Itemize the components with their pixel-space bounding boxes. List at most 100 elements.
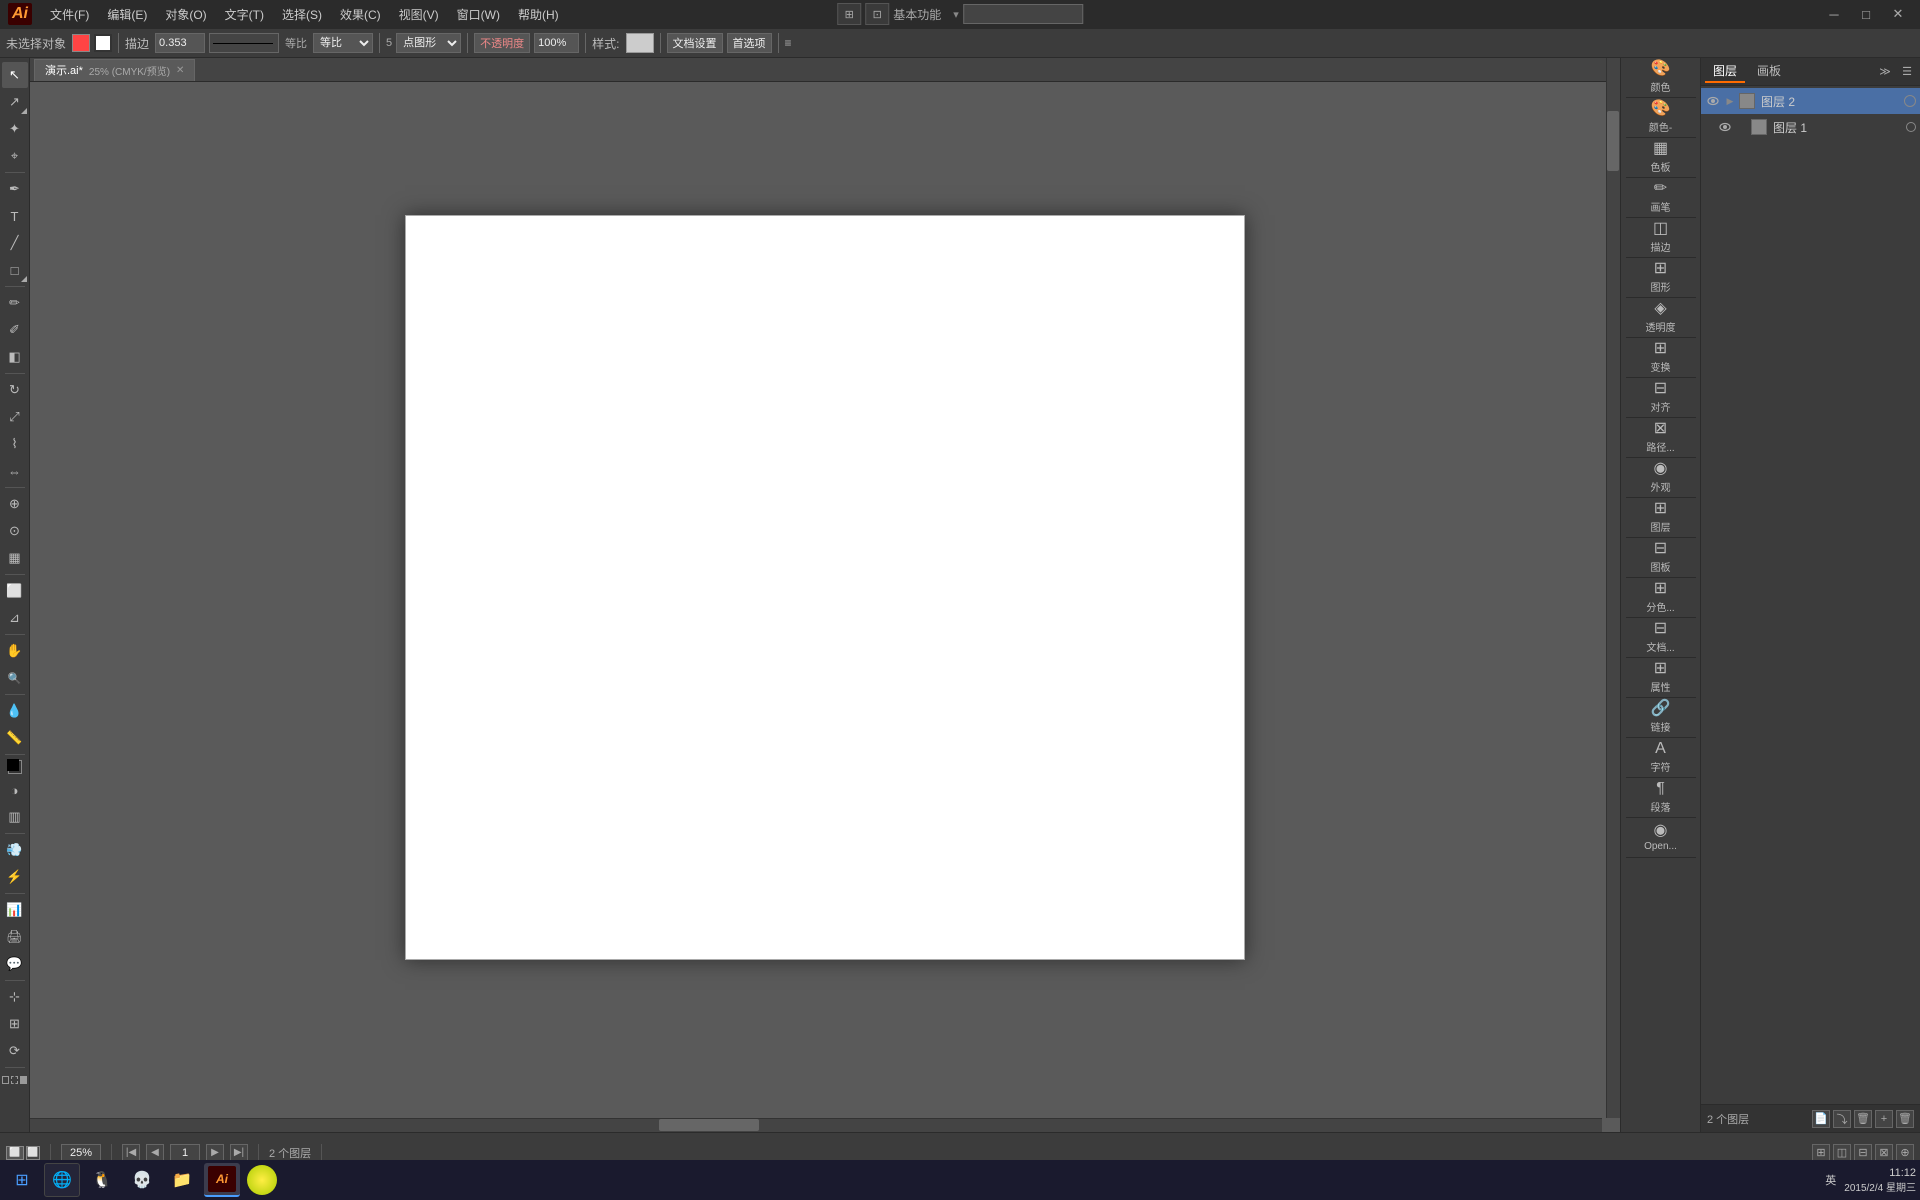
- h-scrollbar-thumb[interactable]: [659, 1119, 759, 1131]
- menu-file[interactable]: 文件(F): [42, 3, 97, 26]
- tab-close-btn[interactable]: ✕: [176, 65, 184, 76]
- next-page-btn[interactable]: ▶: [206, 1144, 224, 1162]
- tool-comment[interactable]: 💬: [2, 951, 28, 977]
- grid-btn[interactable]: ⊟: [1854, 1144, 1872, 1162]
- document-tab[interactable]: 演示.ai* 25% (CMYK/预览) ✕: [34, 59, 195, 81]
- menu-type[interactable]: 文字(T): [217, 3, 272, 26]
- taskbar-star[interactable]: [244, 1163, 280, 1197]
- panel-separations-btn[interactable]: ⊞ 分色...: [1626, 578, 1696, 618]
- panel-docinfo-btn[interactable]: ⊟ 文档...: [1626, 618, 1696, 658]
- snap-btn[interactable]: ⊞: [1812, 1144, 1830, 1162]
- tool-blend[interactable]: ⊕: [2, 491, 28, 517]
- tool-pencil[interactable]: ✐: [2, 317, 28, 343]
- create-sublayer-btn[interactable]: 📄: [1812, 1110, 1830, 1128]
- tool-measure[interactable]: 📏: [2, 725, 28, 751]
- tool-warp[interactable]: ⌇: [2, 431, 28, 457]
- last-page-btn[interactable]: ▶|: [230, 1144, 248, 1162]
- tool-select[interactable]: ↖: [2, 62, 28, 88]
- tab-artboards[interactable]: 画板: [1749, 60, 1789, 83]
- layer1-lock[interactable]: [1891, 121, 1903, 133]
- tool-chart[interactable]: 📊: [2, 897, 28, 923]
- layer2-lock[interactable]: [1889, 95, 1901, 107]
- stroke-square[interactable]: [8, 760, 22, 774]
- panel-opentype-btn[interactable]: ◉ Open...: [1626, 818, 1696, 858]
- menu-view[interactable]: 视图(V): [391, 3, 447, 26]
- opacity-toggle-btn[interactable]: 不透明度: [474, 33, 530, 53]
- question-btn[interactable]: ≡: [785, 36, 792, 50]
- doc-setup-btn[interactable]: 文档设置: [667, 33, 723, 53]
- search-input[interactable]: [963, 4, 1083, 24]
- tool-line[interactable]: ╱: [2, 230, 28, 256]
- taskbar-qq[interactable]: 🐧: [84, 1163, 120, 1197]
- maximize-button[interactable]: □: [1852, 0, 1880, 28]
- toolbar-icon2[interactable]: ⊡: [865, 3, 889, 25]
- tool-slice[interactable]: ⊿: [2, 605, 28, 631]
- taskbar-ie[interactable]: 🌐: [44, 1163, 80, 1197]
- draw-clip[interactable]: [20, 1076, 27, 1084]
- tool-text[interactable]: T: [2, 203, 28, 229]
- menu-select[interactable]: 选择(S): [274, 3, 330, 26]
- zoom-input[interactable]: [61, 1144, 101, 1162]
- panel-graphic-styles-btn[interactable]: ⊞ 图形: [1626, 258, 1696, 298]
- panel-transform-btn[interactable]: ⊞ 变换: [1626, 338, 1696, 378]
- panel-paragraph-btn[interactable]: ¶ 段落: [1626, 778, 1696, 818]
- draw-behind[interactable]: [11, 1076, 18, 1084]
- panel-swatches-btn[interactable]: ▦ 色板: [1626, 138, 1696, 178]
- tool-transform[interactable]: ⟳: [2, 1038, 28, 1064]
- panel-expand-btn[interactable]: ≫: [1876, 63, 1894, 81]
- draw-normal[interactable]: [2, 1076, 9, 1084]
- panel-color-btn[interactable]: 🎨 颜色: [1626, 58, 1696, 98]
- tool-scale[interactable]: ⤢: [2, 404, 28, 430]
- tool-magic-wand[interactable]: ✦: [2, 116, 28, 142]
- stroke-style-dropdown[interactable]: 等比: [313, 33, 373, 53]
- panel-color2-btn[interactable]: 🎨 颜色-: [1626, 98, 1696, 138]
- tool-direct-select[interactable]: ↗: [2, 89, 28, 115]
- shape-dropdown[interactable]: 点图形: [396, 33, 461, 53]
- stroke-swatch[interactable]: [94, 34, 112, 52]
- taskbar-app1[interactable]: 💀: [124, 1163, 160, 1197]
- layer1-visibility[interactable]: [1717, 119, 1733, 135]
- tool-width[interactable]: ⇔: [2, 458, 28, 484]
- layer-item-1[interactable]: ▶ 图层 1: [1701, 114, 1920, 140]
- layer-item-2[interactable]: ▶ 图层 2: [1701, 88, 1920, 114]
- canvas-viewport[interactable]: [30, 82, 1620, 1132]
- taskbar-clock[interactable]: 11:12 2015/2/4 星期三: [1844, 1167, 1916, 1194]
- input-lang[interactable]: 英: [1825, 1172, 1836, 1188]
- panel-pathfinder-btn[interactable]: ⊠ 路径...: [1626, 418, 1696, 458]
- delete-selected-btn[interactable]: 🗑: [1896, 1110, 1914, 1128]
- tool-eraser[interactable]: ◧: [2, 344, 28, 370]
- panel-align-btn[interactable]: ⊟ 对齐: [1626, 378, 1696, 418]
- panel-transparency-btn[interactable]: ◈ 透明度: [1626, 298, 1696, 338]
- opacity-input[interactable]: [534, 33, 579, 53]
- taskbar-folder[interactable]: 📁: [164, 1163, 200, 1197]
- v-scrollbar[interactable]: [1606, 58, 1620, 1118]
- preview-btn[interactable]: ◫: [1833, 1144, 1851, 1162]
- close-button[interactable]: ✕: [1884, 0, 1912, 28]
- layer2-visibility[interactable]: [1705, 93, 1721, 109]
- tool-artboard[interactable]: ⬜: [2, 578, 28, 604]
- tool-brush[interactable]: ✏: [2, 290, 28, 316]
- tool-gradient[interactable]: ◑: [2, 777, 28, 803]
- tool-lasso[interactable]: ⌖: [2, 143, 28, 169]
- menu-edit[interactable]: 编辑(E): [99, 3, 155, 26]
- panel-attributes-btn[interactable]: ⊞ 属性: [1626, 658, 1696, 698]
- minimize-button[interactable]: ─: [1820, 0, 1848, 28]
- tool-symbol-spray[interactable]: ⊙: [2, 518, 28, 544]
- style-preview[interactable]: [626, 33, 654, 53]
- tool-rect[interactable]: □: [2, 257, 28, 283]
- tool-knife[interactable]: ⚡: [2, 864, 28, 890]
- layer2-target[interactable]: [1904, 95, 1916, 107]
- taskbar-ai[interactable]: Ai: [204, 1163, 240, 1197]
- menu-window[interactable]: 窗口(W): [449, 3, 508, 26]
- start-button[interactable]: ⊞: [4, 1163, 40, 1197]
- tool-pen[interactable]: ✒: [2, 176, 28, 202]
- page-input[interactable]: [170, 1144, 200, 1162]
- tool-hand[interactable]: ✋: [2, 638, 28, 664]
- tool-align-tool[interactable]: ⊞: [2, 1011, 28, 1037]
- tool-print[interactable]: 🖨: [2, 924, 28, 950]
- tab-layers[interactable]: 图层: [1705, 60, 1745, 83]
- prefs-btn[interactable]: 首选项: [727, 33, 772, 53]
- tool-rotate[interactable]: ↻: [2, 377, 28, 403]
- first-page-btn[interactable]: |◀: [122, 1144, 140, 1162]
- tool-eyedropper[interactable]: 💧: [2, 698, 28, 724]
